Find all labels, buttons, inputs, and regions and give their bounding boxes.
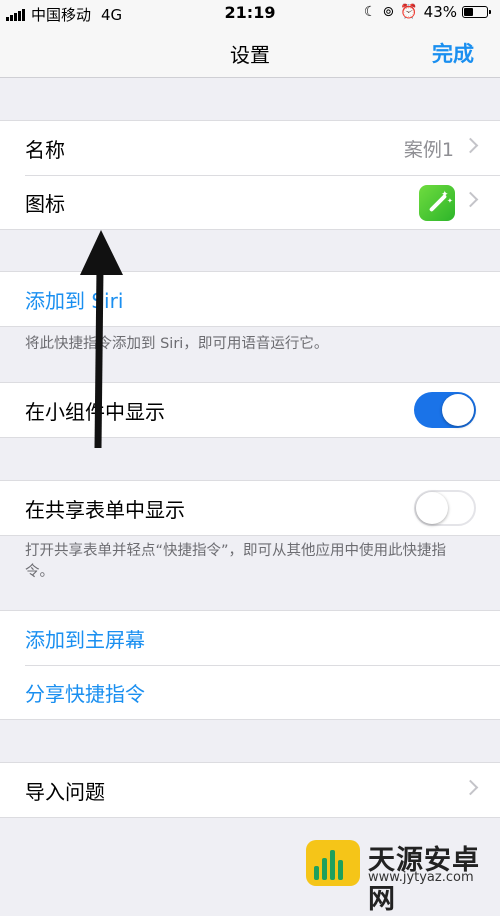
watermark: 天源安卓网 www.jytyaz.com — [306, 838, 500, 915]
watermark-logo-icon — [306, 840, 360, 886]
watermark-url: www.jytyaz.com — [368, 870, 474, 885]
annotation-arrow-icon — [80, 230, 123, 449]
